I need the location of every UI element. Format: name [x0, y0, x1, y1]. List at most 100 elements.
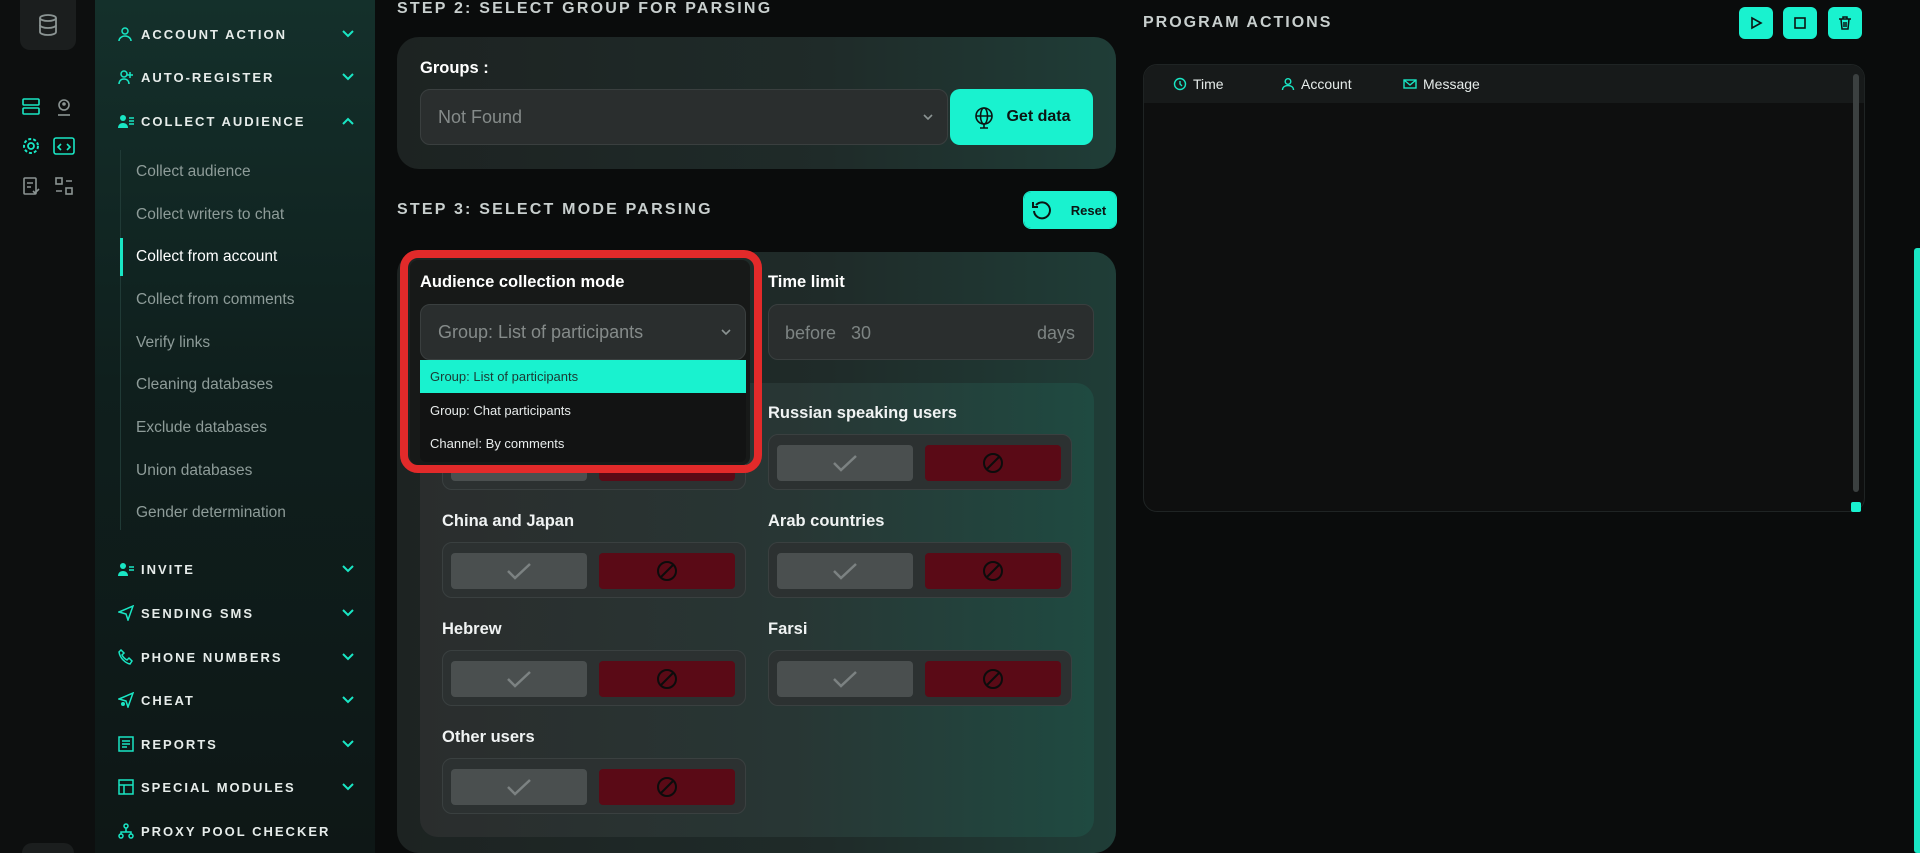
sidebar-section-sending-sms[interactable]: SENDING SMS — [95, 598, 375, 628]
group-label-farsi: Farsi — [768, 620, 808, 638]
sidebar-section-account-action[interactable]: ACCOUNT ACTION — [95, 19, 375, 49]
block-icon — [983, 453, 1003, 473]
stop-button[interactable] — [1783, 7, 1817, 39]
server-list-icon[interactable] — [20, 96, 42, 118]
block-icon — [657, 561, 677, 581]
chevron-down-icon — [342, 783, 354, 791]
sidebar-section-invite[interactable]: INVITE — [95, 554, 375, 584]
check-icon — [507, 779, 531, 796]
log-column-time[interactable]: Time — [1173, 76, 1224, 92]
log-header: Time Account Message — [1144, 65, 1864, 103]
code-window-icon[interactable] — [53, 135, 75, 157]
check-icon — [833, 563, 857, 580]
log-column-account[interactable]: Account — [1281, 76, 1352, 92]
sidebar-item-cleaning-databases[interactable]: Cleaning databases — [136, 370, 366, 400]
block-button[interactable] — [599, 661, 735, 697]
users-list-icon — [117, 112, 135, 130]
step2-title: STEP 2: SELECT GROUP FOR PARSING — [397, 0, 773, 17]
allow-button[interactable] — [777, 553, 913, 589]
switch-arrows-icon[interactable] — [53, 175, 75, 197]
section-label: INVITE — [141, 561, 195, 577]
block-button[interactable] — [599, 769, 735, 805]
modules-icon — [117, 778, 135, 796]
sidebar-section-auto-register[interactable]: AUTO-REGISTER — [95, 62, 375, 92]
user-plus-icon — [117, 68, 135, 86]
send-icon — [117, 604, 135, 622]
chevron-down-icon — [342, 696, 354, 704]
chevron-down-icon — [342, 73, 354, 81]
reset-button[interactable]: Reset — [1023, 191, 1117, 229]
groups-select[interactable]: Not Found — [420, 89, 948, 145]
settings-gear-icon[interactable] — [20, 135, 42, 157]
delete-button[interactable] — [1828, 7, 1862, 39]
user-invite-icon — [117, 560, 135, 578]
sidebar-item-collect-audience[interactable]: Collect audience — [136, 157, 366, 187]
rail-bottom-button[interactable] — [22, 843, 74, 853]
user-cog-icon — [117, 25, 135, 43]
time-limit-field[interactable]: before 30 days — [768, 304, 1094, 360]
log-column-label: Time — [1193, 76, 1224, 92]
sidebar-item-gender-determination[interactable]: Gender determination — [136, 498, 366, 528]
block-button[interactable] — [925, 661, 1061, 697]
block-button[interactable] — [925, 445, 1061, 481]
toggle-row-china-japan — [442, 542, 746, 598]
get-data-label: Get data — [1006, 108, 1071, 125]
reset-label: Reset — [1060, 192, 1116, 228]
allow-button[interactable] — [777, 445, 913, 481]
network-icon — [117, 822, 135, 840]
sidebar-section-collect-audience[interactable]: COLLECT AUDIENCE — [95, 106, 375, 136]
section-label: REPORTS — [141, 736, 218, 752]
resize-handle[interactable] — [1851, 502, 1861, 512]
time-unit-text: days — [1037, 323, 1076, 343]
sidebar-item-collect-from-comments[interactable]: Collect from comments — [136, 285, 366, 315]
sidebar-item-exclude-databases[interactable]: Exclude databases — [136, 413, 366, 443]
sidebar-section-cheat[interactable]: CHEAT — [95, 685, 375, 715]
allow-button[interactable] — [451, 661, 587, 697]
icon-rail — [0, 0, 95, 853]
chevron-down-icon — [923, 114, 933, 121]
sidebar-section-proxy-pool-checker[interactable]: PROXY POOL CHECKER — [95, 816, 375, 846]
sidebar-section-special-modules[interactable]: SPECIAL MODULES — [95, 772, 375, 802]
log-column-message[interactable]: Message — [1403, 76, 1480, 92]
stop-icon — [1794, 17, 1806, 29]
sidebar-section-phone-numbers[interactable]: PHONE NUMBERS — [95, 642, 375, 672]
time-limit-label: Time limit — [768, 273, 845, 291]
time-limit-value[interactable]: 30 — [851, 323, 871, 344]
toggle-row-russian — [768, 434, 1072, 490]
block-icon — [983, 561, 1003, 581]
sidebar-item-collect-writers[interactable]: Collect writers to chat — [136, 200, 366, 230]
section-label: SENDING SMS — [141, 605, 255, 621]
check-icon — [833, 671, 857, 688]
block-button[interactable] — [599, 553, 735, 589]
log-column-label: Message — [1423, 76, 1480, 92]
location-user-icon[interactable] — [53, 96, 75, 118]
groups-label: Groups : — [420, 59, 489, 77]
play-button[interactable] — [1739, 7, 1773, 39]
user-icon — [1281, 78, 1295, 91]
allow-button[interactable] — [777, 661, 913, 697]
group-label-china-japan: China and Japan — [442, 512, 575, 530]
sidebar-item-union-databases[interactable]: Union databases — [136, 456, 366, 486]
block-button[interactable] — [925, 553, 1061, 589]
sidebar-item-collect-from-account[interactable]: Collect from account — [136, 242, 366, 272]
allow-button[interactable] — [451, 769, 587, 805]
chevron-down-icon — [342, 653, 354, 661]
trash-icon — [1839, 16, 1851, 30]
get-data-button[interactable]: Get data — [950, 89, 1093, 145]
section-label: PHONE NUMBERS — [141, 649, 283, 665]
phone-icon — [117, 648, 135, 666]
checklist-icon[interactable] — [20, 175, 42, 197]
sidebar-item-verify-links[interactable]: Verify links — [136, 328, 366, 358]
sub-menu-line — [120, 150, 121, 530]
section-label: COLLECT AUDIENCE — [141, 113, 306, 129]
actions-log[interactable]: Time Account Message — [1143, 64, 1865, 512]
page-scrollbar[interactable] — [1914, 248, 1920, 853]
sidebar-section-reports[interactable]: REPORTS — [95, 729, 375, 759]
database-button[interactable] — [20, 0, 76, 50]
group-label-russian: Russian speaking users — [768, 404, 957, 422]
log-scrollbar[interactable] — [1853, 74, 1859, 492]
program-actions-title: PROGRAM ACTIONS — [1143, 14, 1333, 31]
clock-icon — [1173, 77, 1187, 91]
allow-button[interactable] — [451, 553, 587, 589]
toggle-row-arab — [768, 542, 1072, 598]
